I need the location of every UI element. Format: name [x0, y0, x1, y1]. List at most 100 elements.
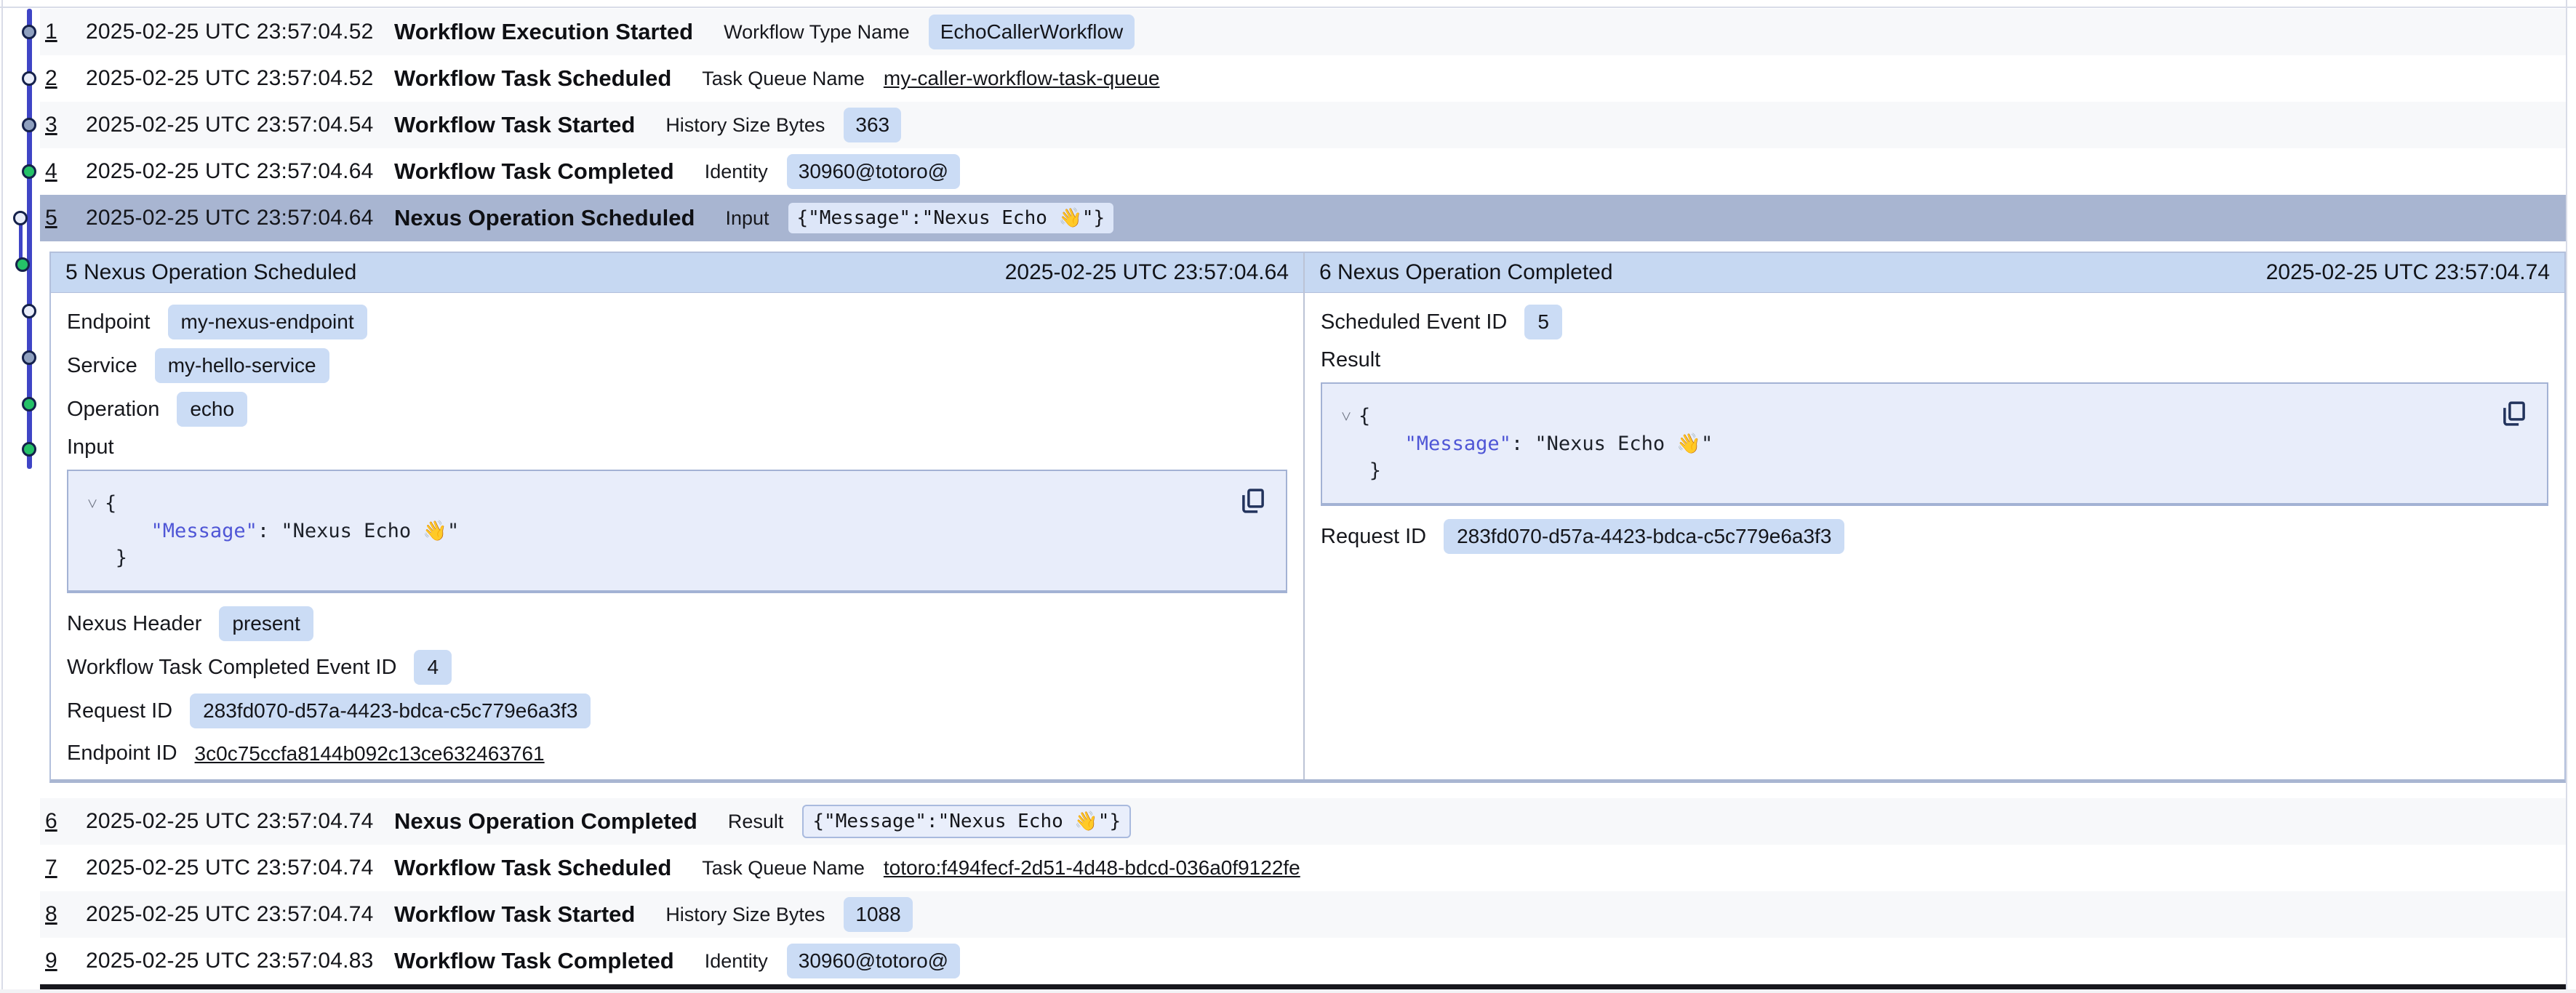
- event-id-link[interactable]: 8: [45, 902, 86, 927]
- event-detail-value-badge: 1088: [844, 897, 912, 932]
- expanded-panel-timestamp: 2025-02-25 UTC 23:57:04.64: [1005, 260, 1289, 285]
- event-name: Nexus Operation Scheduled: [394, 205, 695, 231]
- timeline-event-dot[interactable]: [22, 442, 36, 457]
- event-id-link[interactable]: 4: [45, 159, 86, 184]
- timeline-event-dot[interactable]: [22, 350, 36, 365]
- page-left-border: [1, 0, 3, 993]
- timeline-event-dot[interactable]: [22, 304, 36, 318]
- json-payload-viewer: ˅{ "Message": "Nexus Echo 👋" }: [1321, 382, 2548, 506]
- panel-field-value-badge: 283fd070-d57a-4423-bdca-c5c779e6a3f3: [190, 694, 591, 728]
- copy-icon[interactable]: [2499, 398, 2529, 429]
- event-row-2[interactable]: 22025-02-25 UTC 23:57:04.52Workflow Task…: [40, 55, 2566, 102]
- event-name: Nexus Operation Completed: [394, 808, 697, 835]
- panel-field-label: Operation: [67, 398, 159, 422]
- panel-field-request-id: Request ID 283fd070-d57a-4423-bdca-c5c779…: [67, 694, 1287, 728]
- event-id-link[interactable]: 1: [45, 20, 86, 44]
- event-detail-value-badge: 363: [844, 108, 901, 142]
- next-section-divider: [40, 984, 2566, 989]
- page-bottom-gap: [0, 989, 2576, 993]
- event-detail-label: Identity: [705, 161, 768, 183]
- event-detail-value-badge: 30960@totoro@: [787, 944, 960, 978]
- event-name: Workflow Task Completed: [394, 948, 674, 974]
- event-detail-label: Identity: [705, 950, 768, 973]
- event-row-8[interactable]: 82025-02-25 UTC 23:57:04.74Workflow Task…: [40, 891, 2566, 938]
- event-row-6[interactable]: 62025-02-25 UTC 23:57:04.74Nexus Operati…: [40, 798, 2566, 845]
- event-detail-value-badge: {"Message":"Nexus Echo 👋"}: [788, 203, 1114, 233]
- panel-field-value-badge: my-nexus-endpoint: [168, 305, 367, 339]
- panel-field-label: Result: [1321, 348, 2548, 372]
- timeline-event-dot[interactable]: [22, 164, 36, 179]
- event-row-5[interactable]: 52025-02-25 UTC 23:57:04.64Nexus Operati…: [40, 195, 2566, 241]
- timeline-event-dot[interactable]: [22, 118, 36, 132]
- event-timestamp: 2025-02-25 UTC 23:57:04.52: [86, 20, 394, 44]
- panel-field-operation: Operation echo: [67, 392, 1287, 427]
- panel-field-label: Input: [67, 435, 1287, 459]
- event-timestamp: 2025-02-25 UTC 23:57:04.74: [86, 809, 394, 834]
- panel-field-nexus-header: Nexus Headerpresent: [67, 606, 1287, 641]
- event-timestamp: 2025-02-25 UTC 23:57:04.52: [86, 66, 394, 91]
- event-row-9[interactable]: 92025-02-25 UTC 23:57:04.83Workflow Task…: [40, 938, 2566, 984]
- event-detail-link[interactable]: totoro:f494fecf-2d51-4d48-bdcd-036a0f912…: [884, 856, 1300, 880]
- panel-field-input: Input ˅{ "Message": "Nexus Echo 👋" }: [67, 435, 1287, 593]
- panel-field-value-badge: 4: [414, 650, 452, 685]
- collapse-chevron-icon[interactable]: ˅: [80, 491, 105, 518]
- timeline-event-dot-branch[interactable]: [15, 257, 30, 272]
- event-detail-value-badge: 30960@totoro@: [787, 154, 960, 189]
- event-detail-label: Task Queue Name: [702, 68, 865, 90]
- event-id-link[interactable]: 6: [45, 809, 86, 834]
- panel-field-label: Endpoint: [67, 310, 151, 334]
- event-row-4[interactable]: 42025-02-25 UTC 23:57:04.64Workflow Task…: [40, 148, 2566, 195]
- expanded-panel-title: 5 Nexus Operation Scheduled: [65, 260, 356, 285]
- panel-field-label: Workflow Task Completed Event ID: [67, 656, 396, 680]
- timeline-event-dot-branch[interactable]: [13, 211, 28, 225]
- event-id-link[interactable]: 3: [45, 113, 86, 137]
- event-detail-value-badge: {"Message":"Nexus Echo 👋"}: [802, 805, 1131, 838]
- panel-field-workflow-task-completed-event-id: Workflow Task Completed Event ID 4: [67, 650, 1287, 685]
- event-name: Workflow Execution Started: [394, 19, 693, 45]
- panel-field-label: Scheduled Event ID: [1321, 310, 1507, 334]
- collapse-chevron-icon[interactable]: ˅: [1334, 403, 1359, 430]
- expanded-panel-header: 5 Nexus Operation Scheduled 2025-02-25 U…: [51, 253, 1303, 293]
- timeline-event-dot[interactable]: [22, 71, 36, 86]
- copy-icon[interactable]: [1238, 486, 1268, 516]
- event-timestamp: 2025-02-25 UTC 23:57:04.74: [86, 856, 394, 880]
- event-timestamp: 2025-02-25 UTC 23:57:04.54: [86, 113, 394, 137]
- panel-field-endpoint-id: Endpoint ID3c0c75ccfa8144b092c13ce632463…: [67, 737, 1287, 770]
- json-key: "Message": [151, 520, 257, 542]
- event-name: Workflow Task Scheduled: [394, 65, 671, 92]
- panel-field-label: Request ID: [67, 699, 172, 723]
- event-row-7[interactable]: 72025-02-25 UTC 23:57:04.74Workflow Task…: [40, 845, 2566, 891]
- panel-field-value-badge: 283fd070-d57a-4423-bdca-c5c779e6a3f3: [1444, 519, 1844, 554]
- panel-field-value-link[interactable]: 3c0c75ccfa8144b092c13ce632463761: [195, 742, 545, 765]
- timeline-event-dot[interactable]: [22, 25, 36, 39]
- event-id-link[interactable]: 7: [45, 856, 86, 880]
- panel-field-endpoint: Endpoint my-nexus-endpoint: [67, 305, 1287, 339]
- expanded-panel-nexus-operation-completed: 6 Nexus Operation Completed 2025-02-25 U…: [1305, 253, 2564, 779]
- event-row-1[interactable]: 12025-02-25 UTC 23:57:04.52Workflow Exec…: [40, 9, 2566, 55]
- expanded-event-panels: 5 Nexus Operation Scheduled 2025-02-25 U…: [49, 252, 2566, 783]
- panel-field-value-badge: present: [219, 606, 313, 641]
- event-id-link[interactable]: 9: [45, 949, 86, 973]
- event-row-3[interactable]: 32025-02-25 UTC 23:57:04.54Workflow Task…: [40, 102, 2566, 148]
- event-rows-bottom: 62025-02-25 UTC 23:57:04.74Nexus Operati…: [40, 798, 2566, 984]
- panel-field-value-badge: echo: [177, 392, 247, 427]
- panel-field-value-badge: my-hello-service: [155, 348, 329, 383]
- event-name: Workflow Task Started: [394, 901, 635, 928]
- panel-field-label: Service: [67, 354, 137, 378]
- json-key: "Message": [1405, 433, 1511, 455]
- panel-field-service: Service my-hello-service: [67, 348, 1287, 383]
- event-name: Workflow Task Completed: [394, 158, 674, 185]
- event-timestamp: 2025-02-25 UTC 23:57:04.83: [86, 949, 394, 973]
- panel-field-request-id: Request ID 283fd070-d57a-4423-bdca-c5c779…: [1321, 519, 2548, 554]
- event-rows-top: 12025-02-25 UTC 23:57:04.52Workflow Exec…: [40, 9, 2566, 241]
- event-id-link[interactable]: 2: [45, 66, 86, 91]
- timeline-event-dot[interactable]: [22, 397, 36, 411]
- panel-field-label: Request ID: [1321, 525, 1426, 549]
- event-id-link[interactable]: 5: [45, 206, 86, 230]
- event-detail-label: Workflow Type Name: [724, 21, 910, 44]
- event-detail-link[interactable]: my-caller-workflow-task-queue: [884, 67, 1160, 90]
- expanded-panel-timestamp: 2025-02-25 UTC 23:57:04.74: [2266, 260, 2550, 285]
- json-payload-viewer: ˅{ "Message": "Nexus Echo 👋" }: [67, 470, 1287, 593]
- event-name: Workflow Task Started: [394, 112, 635, 138]
- event-detail-value-badge: EchoCallerWorkflow: [929, 15, 1135, 49]
